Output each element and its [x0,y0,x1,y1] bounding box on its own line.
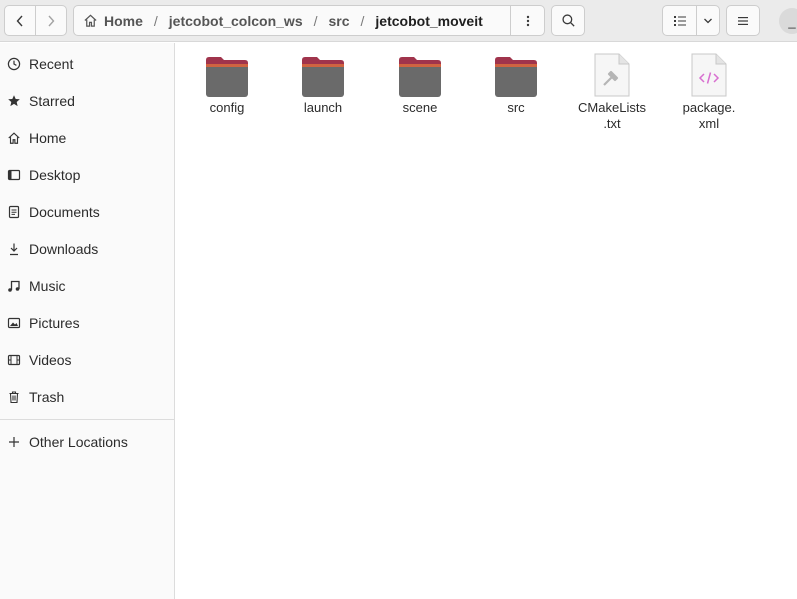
breadcrumb-label: src [328,12,350,29]
breadcrumb-separator: / [313,12,318,29]
breadcrumb-home[interactable]: Home [74,13,145,29]
list-view-button[interactable] [663,6,696,35]
sidebar-item-documents[interactable]: Documents [0,194,174,230]
folder-icon [201,50,253,98]
file-name: launch [303,100,343,115]
chevron-right-icon [48,15,55,26]
file-name: CMakeLists .txt [578,100,646,131]
sidebar-item-videos[interactable]: Videos [0,342,174,378]
sidebar-item-label: Recent [29,56,74,72]
xml-file-icon [683,50,735,98]
list-view-icon [673,15,686,26]
file-name: config [209,100,245,115]
sidebar-item-label: Documents [29,204,100,220]
search-button[interactable] [551,5,585,36]
chevron-down-icon [704,18,712,23]
video-icon [6,352,22,368]
sidebar: Recent Starred Home Desktop Documents Do… [0,43,175,599]
cmake-file-icon [586,50,638,98]
sidebar-item-label: Starred [29,93,75,109]
star-icon [6,93,22,109]
file-view: config launch scene src CMakeLists .txt … [176,43,797,599]
file-item-scene[interactable]: scene [376,50,464,116]
clock-icon [6,56,22,72]
sidebar-item-other-locations[interactable]: Other Locations [0,424,174,460]
sidebar-item-label: Pictures [29,315,80,331]
file-item-package-xml[interactable]: package. xml [665,50,753,132]
folder-icon [297,50,349,98]
path-bar: Home / jetcobot_colcon_ws / src / jetcob… [73,5,545,36]
breadcrumb-jetcobot-colcon-ws[interactable]: jetcobot_colcon_ws [167,13,305,29]
sidebar-item-label: Videos [29,352,72,368]
breadcrumb-separator: / [153,12,158,29]
home-icon [84,14,97,27]
breadcrumb-jetcobot-moveit[interactable]: jetcobot_moveit [373,13,484,29]
sidebar-divider [0,419,174,420]
sidebar-item-label: Trash [29,389,65,405]
vertical-dots-icon [526,15,529,26]
trash-icon [6,389,22,405]
sidebar-item-label: Desktop [29,167,81,183]
breadcrumb-src[interactable]: src [327,13,352,29]
breadcrumb-label: jetcobot_moveit [375,12,483,29]
chevron-left-icon [16,15,23,26]
desktop-icon [6,167,22,183]
home-icon [6,130,22,146]
sidebar-item-label: Other Locations [29,434,128,450]
sidebar-item-pictures[interactable]: Pictures [0,305,174,341]
file-item-config[interactable]: config [183,50,271,116]
folder-icon [490,50,542,98]
file-item-src[interactable]: src [472,50,560,116]
music-icon [6,278,22,294]
breadcrumb-label: Home [104,12,143,29]
sidebar-item-downloads[interactable]: Downloads [0,231,174,267]
sidebar-item-home[interactable]: Home [0,120,174,156]
header-bar: Home / jetcobot_colcon_ws / src / jetcob… [0,0,797,42]
forward-button[interactable] [35,6,66,35]
view-options-button[interactable] [696,6,719,35]
sidebar-item-desktop[interactable]: Desktop [0,157,174,193]
back-button[interactable] [5,6,35,35]
hamburger-menu-icon [738,16,748,25]
file-item-launch[interactable]: launch [279,50,367,116]
plus-icon [6,434,22,450]
sidebar-item-label: Downloads [29,241,99,257]
sidebar-item-label: Home [29,130,67,146]
sidebar-item-recent[interactable]: Recent [0,46,174,82]
navigation-buttons [4,5,67,36]
sidebar-item-trash[interactable]: Trash [0,379,174,415]
document-icon [6,204,22,220]
sidebar-item-label: Music [29,278,66,294]
minimize-button[interactable]: _ [779,8,797,34]
folder-icon [394,50,446,98]
minimize-glyph: _ [788,13,796,29]
breadcrumb-separator: / [360,12,365,29]
file-item-cmakelists[interactable]: CMakeLists .txt [568,50,656,132]
breadcrumb-label: jetcobot_colcon_ws [168,12,303,29]
file-name: src [507,100,525,115]
search-icon [561,14,575,27]
main-menu-button[interactable] [726,5,760,36]
path-menu-button[interactable] [510,6,544,35]
sidebar-item-music[interactable]: Music [0,268,174,304]
picture-icon [6,315,22,331]
file-name: scene [402,100,438,115]
view-toggle-group [662,5,720,36]
download-icon [6,241,22,257]
file-name: package. xml [682,100,736,131]
sidebar-item-starred[interactable]: Starred [0,83,174,119]
